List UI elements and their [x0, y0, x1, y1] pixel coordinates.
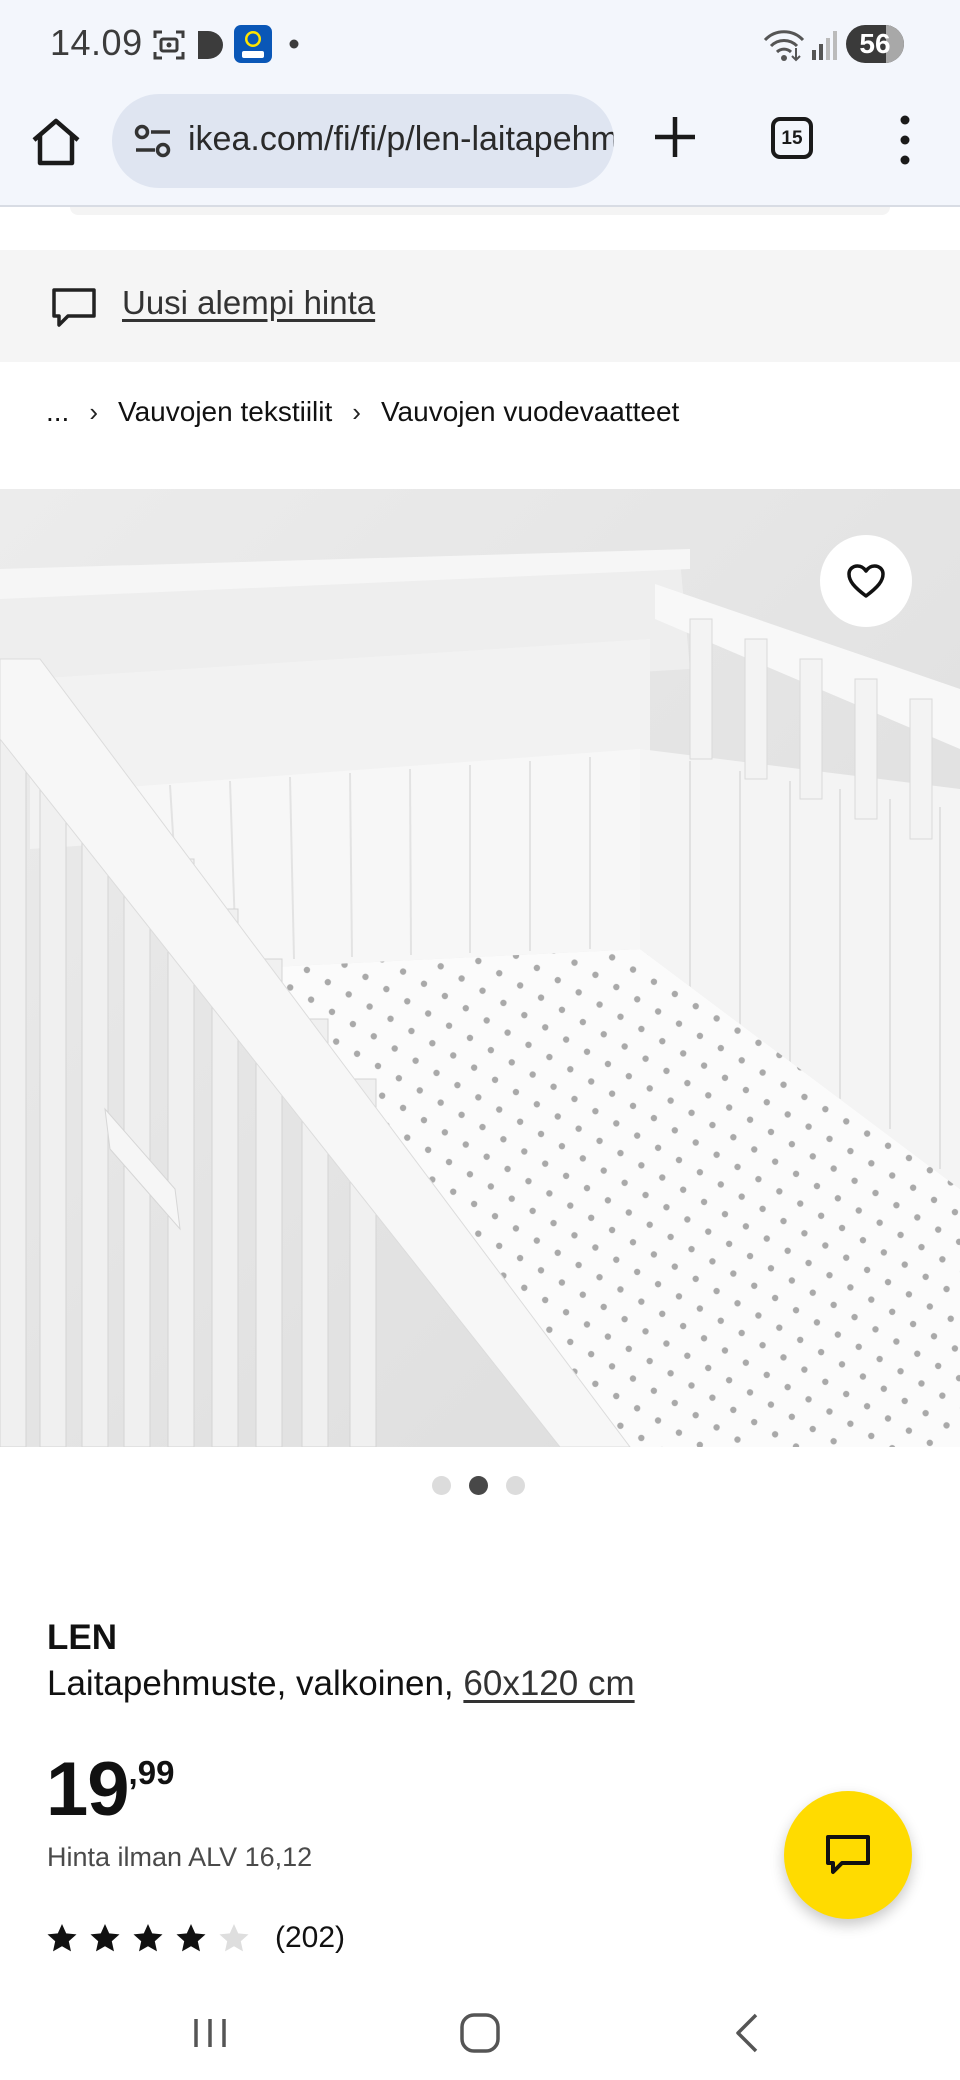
chat-button[interactable]: [784, 1791, 912, 1919]
price-banner: Uusi alempi hinta: [0, 250, 960, 362]
home-nav-icon[interactable]: [450, 2005, 510, 2061]
star-filled-icon: [133, 1924, 163, 1952]
breadcrumb-ellipsis[interactable]: ...: [46, 396, 69, 428]
carousel-dot-active[interactable]: [469, 1476, 488, 1495]
rating[interactable]: (202): [46, 1916, 345, 1960]
chevron-right-icon: ›: [352, 396, 361, 427]
header-shadow: [70, 207, 890, 215]
product-price: 19,99: [46, 1746, 174, 1836]
system-nav-bar: [0, 1985, 960, 2080]
url-bar[interactable]: ikea.com/fi/fi/p/len-laitapehmuste-valko…: [112, 94, 614, 188]
tab-count: 15: [781, 128, 803, 149]
product-description: Laitapehmuste, valkoinen, 60x120 cm: [47, 1664, 635, 1704]
play-icon: [198, 31, 223, 59]
page: 14.09 56 ikea.com/fi/fi/p/len-laitapehm …: [0, 0, 960, 2080]
size-link[interactable]: 60x120 cm: [463, 1664, 634, 1703]
heart-icon: [847, 564, 885, 598]
breadcrumb-item[interactable]: Vauvojen vuodevaatteet: [381, 396, 679, 428]
favorite-button[interactable]: [820, 535, 912, 627]
star-filled-icon: [176, 1924, 206, 1952]
battery-level: 56: [859, 28, 891, 59]
carousel-indicator: [432, 1476, 525, 1496]
more-menu-icon[interactable]: [890, 112, 920, 168]
status-time: 14.09: [50, 22, 143, 63]
site-settings-icon[interactable]: [134, 123, 172, 159]
product-image[interactable]: [0, 489, 960, 1447]
speech-bubble-icon: [52, 288, 96, 327]
product-name: LEN: [47, 1618, 117, 1657]
carousel-dot[interactable]: [506, 1476, 525, 1495]
url-text[interactable]: ikea.com/fi/fi/p/len-laitapehmuste-valko…: [188, 120, 614, 159]
new-lower-price-link[interactable]: Uusi alempi hinta: [122, 284, 375, 322]
review-count[interactable]: (202): [275, 1921, 345, 1955]
recent-apps-icon[interactable]: [180, 2005, 240, 2061]
back-icon[interactable]: [718, 2005, 778, 2061]
lidl-plus-icon: [234, 25, 272, 63]
star-filled-icon: [90, 1924, 120, 1952]
battery-icon: 56: [846, 25, 904, 63]
screenshot-icon: [153, 30, 185, 60]
notification-dot-icon: [289, 39, 299, 49]
price-integer: 19: [46, 1747, 130, 1832]
price-without-vat: Hinta ilman ALV 16,12: [47, 1842, 313, 1872]
browser-toolbar: ikea.com/fi/fi/p/len-laitapehmuste-valko…: [0, 90, 960, 206]
status-bar: 14.09 56: [0, 0, 960, 90]
carousel-dot[interactable]: [432, 1476, 451, 1495]
star-empty-icon: [219, 1924, 249, 1952]
breadcrumb: ... › Vauvojen tekstiilit › Vauvojen vuo…: [46, 392, 679, 432]
chat-icon: [826, 1835, 870, 1874]
home-icon[interactable]: [30, 116, 82, 168]
star-filled-icon: [47, 1924, 77, 1952]
price-decimals: ,99: [128, 1754, 175, 1791]
new-tab-icon[interactable]: [650, 112, 700, 162]
breadcrumb-item[interactable]: Vauvojen tekstiilit: [118, 396, 332, 428]
wifi-icon: [763, 30, 805, 62]
signal-icon: [812, 31, 837, 60]
chevron-right-icon: ›: [89, 396, 99, 427]
tab-switcher-button[interactable]: 15: [771, 117, 813, 159]
crib-bumper-photo: [0, 489, 960, 1447]
product-type: Laitapehmuste, valkoinen,: [47, 1664, 464, 1703]
